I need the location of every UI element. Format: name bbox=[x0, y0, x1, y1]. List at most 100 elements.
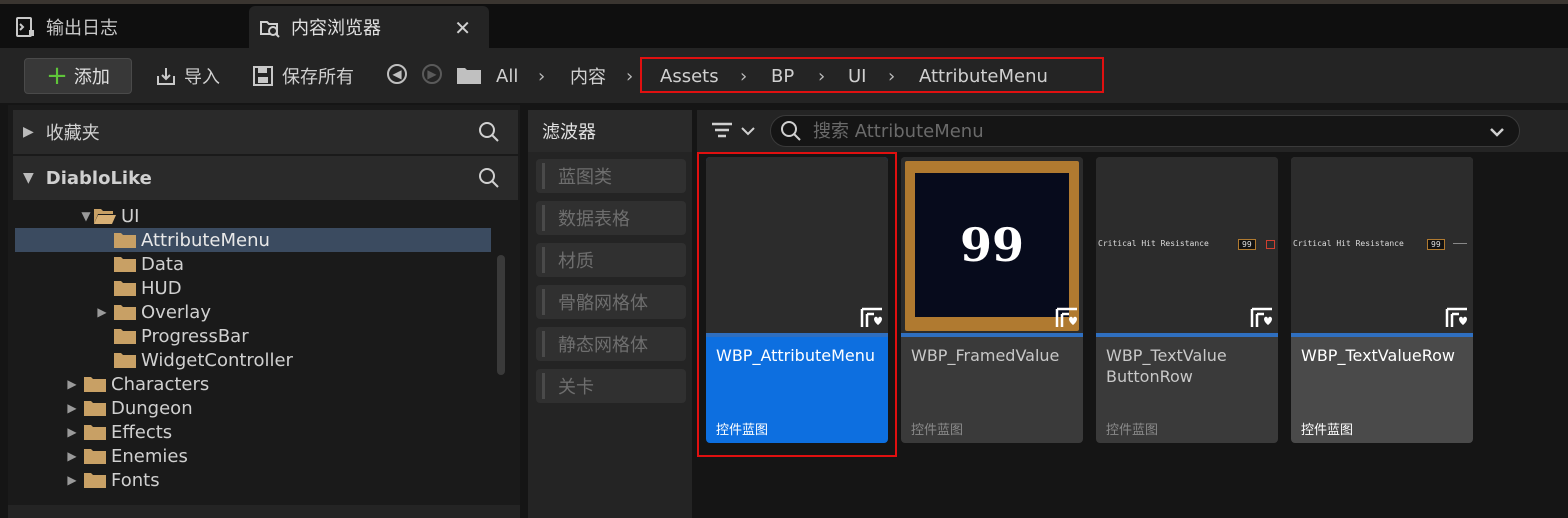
folder-icon bbox=[114, 352, 136, 368]
back-arrow-icon[interactable]: ◀ bbox=[387, 64, 407, 84]
asset-type-strip bbox=[1096, 333, 1278, 337]
tree-item-label: Data bbox=[141, 253, 184, 275]
import-button-label: 导入 bbox=[184, 67, 220, 88]
save-all-button[interactable]: 保存所有 bbox=[252, 62, 354, 90]
folder-icon bbox=[114, 232, 136, 248]
tree-item-label: Characters bbox=[111, 373, 210, 395]
save-icon bbox=[253, 66, 273, 86]
tab-content-browser[interactable]: 内容浏览器 ✕ bbox=[249, 6, 489, 48]
breadcrumb-highlight-box bbox=[640, 57, 1104, 93]
tree-item-hud[interactable]: HUD bbox=[15, 276, 491, 300]
folder-icon bbox=[84, 448, 106, 464]
folder-icon[interactable] bbox=[456, 65, 482, 85]
tree-item-dungeon[interactable]: ▶ Dungeon bbox=[15, 396, 491, 420]
tree-item-label: Dungeon bbox=[111, 397, 193, 419]
filter-skeletal-mesh[interactable]: 骨骼网格体 bbox=[536, 285, 686, 319]
preview-label: Critical Hit Resistance bbox=[1293, 239, 1404, 248]
framed-value-number: 99 bbox=[915, 173, 1069, 317]
expand-arrow-icon[interactable]: ▶ bbox=[65, 473, 79, 487]
chevron-right-icon: › bbox=[626, 65, 634, 87]
collections-header bbox=[8, 505, 520, 518]
output-log-icon bbox=[16, 17, 34, 37]
tree-item-label: UI bbox=[121, 205, 140, 227]
tree-item-label: Effects bbox=[111, 421, 173, 443]
widget-blueprint-icon bbox=[1445, 307, 1467, 327]
filter-dropdown-icon[interactable] bbox=[708, 118, 758, 144]
divider bbox=[1453, 243, 1467, 244]
tree-item-label: WidgetController bbox=[141, 349, 293, 371]
preview-value: 99 bbox=[1427, 239, 1445, 250]
folder-icon bbox=[114, 328, 136, 344]
content-browser-icon bbox=[260, 21, 280, 38]
tree-item-widgetcontroller[interactable]: WidgetController bbox=[15, 348, 491, 372]
tab-label: 内容浏览器 bbox=[291, 18, 381, 39]
folder-icon bbox=[84, 424, 106, 440]
expand-arrow-icon[interactable]: ▶ bbox=[65, 449, 79, 463]
asset-highlight-box bbox=[697, 152, 897, 457]
widget-blueprint-icon bbox=[1250, 307, 1272, 327]
forward-arrow-icon[interactable]: ▶ bbox=[422, 64, 442, 84]
tree-item-characters[interactable]: ▶ Characters bbox=[15, 372, 491, 396]
folder-icon bbox=[114, 304, 136, 320]
breadcrumb-content[interactable]: 内容 bbox=[570, 62, 606, 90]
plus-icon: + bbox=[46, 61, 68, 91]
project-label: DiabloLike bbox=[45, 167, 152, 189]
tree-item-overlay[interactable]: ▶ Overlay bbox=[15, 300, 491, 324]
tree-item-label: ProgressBar bbox=[141, 325, 249, 347]
tree-item-fonts[interactable]: ▶ Fonts bbox=[15, 468, 491, 492]
tree-item-progressbar[interactable]: ProgressBar bbox=[15, 324, 491, 348]
expand-arrow-icon: ▶ bbox=[23, 124, 34, 140]
breadcrumb-all[interactable]: All bbox=[496, 62, 518, 90]
folder-icon bbox=[84, 400, 106, 416]
asset-card-wbp-framedvalue[interactable]: 99 WBP_FramedValue 控件蓝图 bbox=[901, 157, 1083, 443]
save-all-button-label: 保存所有 bbox=[282, 67, 354, 88]
expand-arrow-icon[interactable]: ▼ bbox=[79, 209, 93, 223]
asset-card-wbp-textvalue-buttonrow[interactable]: Critical Hit Resistance 99 WBP_TextValue… bbox=[1096, 157, 1278, 443]
expand-arrow-icon[interactable]: ▶ bbox=[95, 305, 109, 319]
tree-item-enemies[interactable]: ▶ Enemies bbox=[15, 444, 491, 468]
expand-arrow-icon[interactable]: ▶ bbox=[65, 425, 79, 439]
folder-icon bbox=[84, 472, 106, 488]
asset-type: 控件蓝图 bbox=[911, 423, 964, 438]
tree-item-data[interactable]: Data bbox=[15, 252, 491, 276]
search-input[interactable] bbox=[811, 119, 1455, 143]
open-folder-icon bbox=[94, 208, 116, 224]
favorites-header[interactable]: ▶ 收藏夹 bbox=[13, 110, 518, 154]
filter-material[interactable]: 材质 bbox=[536, 243, 686, 277]
chevron-down-icon[interactable] bbox=[1487, 122, 1507, 142]
filter-level[interactable]: 关卡 bbox=[536, 369, 686, 403]
import-button[interactable]: 导入 bbox=[154, 62, 220, 90]
tree-item-label: Enemies bbox=[111, 445, 188, 467]
search-icon[interactable] bbox=[478, 167, 500, 189]
tree-item-ui[interactable]: ▼ UI bbox=[15, 204, 491, 228]
search-icon[interactable] bbox=[478, 121, 500, 143]
chevron-right-icon: › bbox=[538, 65, 546, 87]
widget-blueprint-icon bbox=[1055, 307, 1077, 327]
filter-data-table[interactable]: 数据表格 bbox=[536, 201, 686, 235]
filter-static-mesh[interactable]: 静态网格体 bbox=[536, 327, 686, 361]
project-header[interactable]: ▼ DiabloLike bbox=[13, 156, 518, 200]
filter-blueprint-class[interactable]: 蓝图类 bbox=[536, 159, 686, 193]
tree-scrollbar[interactable] bbox=[497, 255, 505, 375]
asset-type: 控件蓝图 bbox=[1106, 423, 1159, 438]
asset-name: WBP_FramedValue bbox=[911, 346, 1060, 365]
collapse-arrow-icon: ▼ bbox=[23, 170, 34, 186]
tree-item-label: Overlay bbox=[141, 301, 211, 323]
tab-output-log[interactable]: 输出日志 bbox=[0, 6, 245, 48]
folder-tree: ▼ UI AttributeMenu Data HUD ▶ Overlay Pr… bbox=[15, 204, 493, 500]
expand-arrow-icon[interactable]: ▶ bbox=[65, 401, 79, 415]
tree-item-attributemenu[interactable]: AttributeMenu bbox=[15, 228, 491, 252]
asset-card-wbp-textvaluerow[interactable]: Critical Hit Resistance 99 WBP_TextValue… bbox=[1291, 157, 1473, 443]
folder-icon bbox=[84, 376, 106, 392]
favorites-label: 收藏夹 bbox=[45, 123, 100, 144]
asset-type-strip bbox=[1291, 333, 1473, 337]
tree-item-label: HUD bbox=[141, 277, 182, 299]
asset-type-strip bbox=[901, 333, 1083, 337]
tree-item-effects[interactable]: ▶ Effects bbox=[15, 420, 491, 444]
close-icon[interactable]: ✕ bbox=[454, 16, 471, 40]
asset-search-box[interactable] bbox=[770, 115, 1520, 147]
add-button[interactable]: + 添加 bbox=[24, 58, 132, 94]
preview-label: Critical Hit Resistance bbox=[1098, 239, 1209, 248]
expand-arrow-icon[interactable]: ▶ bbox=[65, 377, 79, 391]
asset-type: 控件蓝图 bbox=[1301, 423, 1354, 438]
